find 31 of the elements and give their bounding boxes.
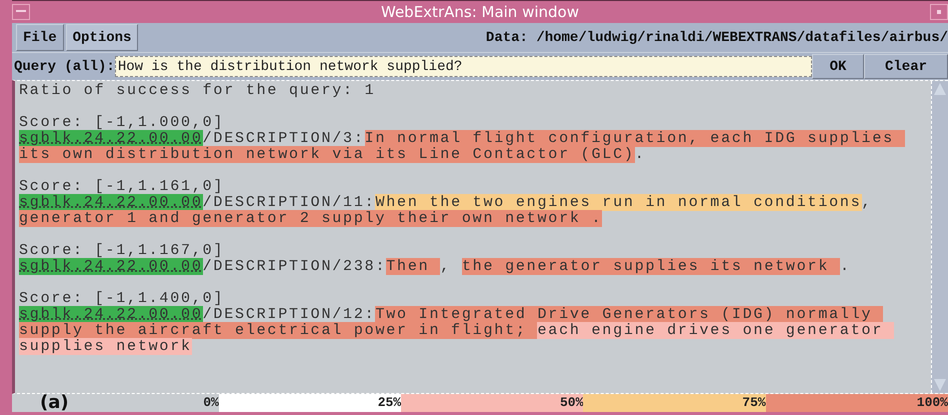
data-path: Data: /home/ludwig/rinaldi/WEBEXTRANS/datafiles/airbus/	[484, 30, 948, 46]
query-field[interactable]: How is the distribution network supplied?	[114, 56, 812, 77]
score-text: Score: [-1,1.167,0]	[19, 242, 224, 259]
legend-band: 75%	[583, 394, 766, 412]
result-text: sgblk.24.22.00.00/DESCRIPTION/11:When the two engines run in normal conditions, generator 1 and generator 2 supply their own network .	[19, 195, 874, 227]
legend-band: 25%	[218, 394, 402, 412]
minimize-button[interactable]	[930, 4, 948, 20]
score-text: Score: [-1,1.400,0]	[19, 290, 224, 307]
up-arrow-icon[interactable]	[932, 81, 948, 97]
legend-label: 0%	[202, 394, 219, 412]
score-text: Score: [-1,1.000,0]	[19, 114, 224, 131]
document-link[interactable]: sgblk.24.22.00.00	[19, 194, 203, 211]
document-link[interactable]: sgblk.24.22.00.00	[19, 306, 203, 323]
result-text: sgblk.24.22.00.00/DESCRIPTION/238:Then , the generator supplies its network .	[19, 259, 852, 275]
document-link[interactable]: sgblk.24.22.00.00	[19, 258, 203, 275]
score-text: Score: [-1,1.161,0]	[19, 178, 224, 195]
legend-band: 50%	[401, 394, 584, 412]
scrollbar[interactable]	[931, 81, 948, 393]
menu-button[interactable]: Options	[66, 24, 138, 51]
ok-button[interactable]: OK	[812, 54, 864, 79]
window-menu-button[interactable]	[12, 4, 30, 20]
legend-band: 100%	[766, 394, 948, 412]
minus-icon	[16, 10, 26, 14]
summary-text: Ratio of success for the query: 1	[19, 83, 376, 99]
query-label: Query (all):	[14, 58, 115, 74]
window-title: WebExtrAns: Main window	[380, 3, 580, 21]
clear-button[interactable]: Clear	[864, 54, 948, 79]
down-arrow-icon[interactable]	[932, 377, 948, 393]
document-link[interactable]: sgblk.24.22.00.00	[19, 130, 203, 147]
menu-button[interactable]: File	[16, 24, 64, 51]
figure-caption: (a)	[39, 394, 70, 412]
